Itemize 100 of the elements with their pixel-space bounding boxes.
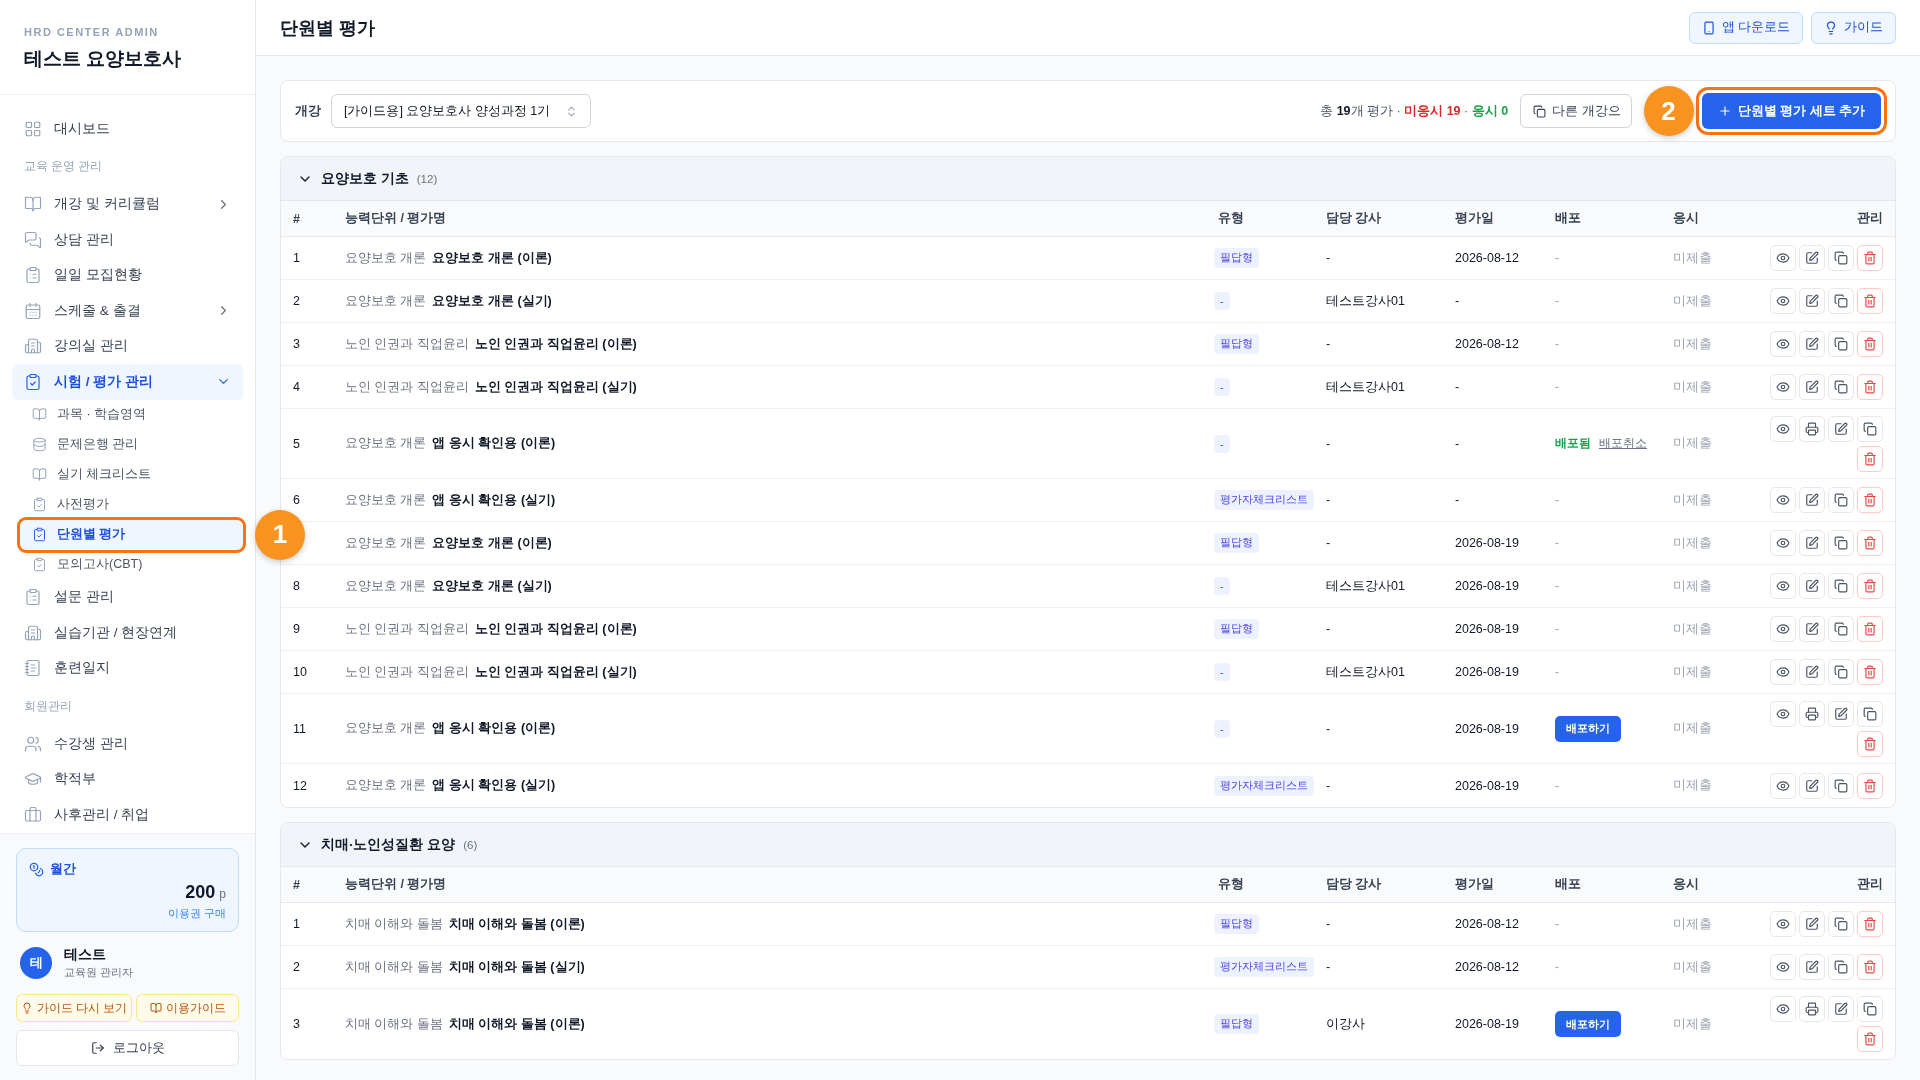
view-button[interactable] xyxy=(1770,374,1796,400)
print-button[interactable] xyxy=(1799,415,1825,442)
logout-button[interactable]: 로그아웃 xyxy=(16,1030,239,1066)
nav-item[interactable]: 훈련일지 xyxy=(12,650,243,686)
view-button[interactable] xyxy=(1770,772,1796,799)
trash-icon xyxy=(1863,917,1877,931)
edit-button[interactable] xyxy=(1799,772,1825,799)
delete-button[interactable] xyxy=(1857,954,1883,980)
view-button[interactable] xyxy=(1770,530,1796,556)
copy-icon xyxy=(1834,536,1848,550)
nav-item[interactable]: 실습기관 / 현장연계 xyxy=(12,615,243,651)
nav-item[interactable]: 강의실 관리 xyxy=(12,328,243,364)
nav-item[interactable]: 스케줄 & 출결 xyxy=(12,293,243,329)
view-button[interactable] xyxy=(1770,331,1796,357)
nav-item[interactable]: 학적부 xyxy=(12,761,243,797)
copy-button[interactable] xyxy=(1857,700,1883,727)
edit-button[interactable] xyxy=(1828,996,1854,1022)
column-header: 유형 xyxy=(1217,876,1245,893)
eye-icon xyxy=(1776,1002,1790,1016)
copy-button[interactable] xyxy=(1857,996,1883,1022)
view-button[interactable] xyxy=(1770,954,1796,980)
distribute-button[interactable]: 배포하기 xyxy=(1555,715,1621,742)
nav-item[interactable]: 수강생 관리 xyxy=(12,726,243,762)
step-badge: 1 xyxy=(255,509,305,560)
edit-button[interactable] xyxy=(1799,487,1825,513)
edit-button[interactable] xyxy=(1799,616,1825,642)
copy-button[interactable] xyxy=(1828,616,1854,642)
trash-icon xyxy=(1863,665,1877,679)
distribute-button[interactable]: 배포하기 xyxy=(1555,1011,1621,1037)
copy-button[interactable] xyxy=(1828,659,1854,685)
view-button[interactable] xyxy=(1770,288,1796,314)
copy-button[interactable] xyxy=(1828,331,1854,357)
nav-subitem[interactable]: 실기 체크리스트 xyxy=(20,459,243,490)
view-button[interactable] xyxy=(1770,996,1796,1022)
teacher-cell-text: - xyxy=(1325,493,1332,507)
copy-button[interactable] xyxy=(1828,288,1854,314)
delete-button[interactable] xyxy=(1857,1026,1883,1052)
app-download-button[interactable]: 앱 다운로드 xyxy=(1688,11,1803,44)
edit-button[interactable] xyxy=(1799,954,1825,980)
edit-button[interactable] xyxy=(1799,331,1825,357)
delete-button[interactable] xyxy=(1857,772,1883,799)
delete-button[interactable] xyxy=(1857,245,1883,271)
guide-button[interactable]: 가이드 다시 보기 xyxy=(16,994,133,1022)
edit-button[interactable] xyxy=(1799,288,1825,314)
copy-button[interactable] xyxy=(1857,415,1883,442)
copy-button[interactable] xyxy=(1828,374,1854,400)
edit-button[interactable] xyxy=(1799,530,1825,556)
edit-button[interactable] xyxy=(1828,700,1854,727)
nav-item[interactable]: 설문 관리 xyxy=(12,579,243,615)
print-button[interactable] xyxy=(1799,996,1825,1022)
view-button[interactable] xyxy=(1770,415,1796,442)
copy-button[interactable] xyxy=(1828,245,1854,271)
nav-item[interactable]: 대시보드 xyxy=(12,111,243,147)
delete-button[interactable] xyxy=(1857,487,1883,513)
copy-button[interactable] xyxy=(1828,487,1854,513)
delete-button[interactable] xyxy=(1857,445,1883,472)
edit-button[interactable] xyxy=(1828,415,1854,442)
cancel-distribution-link[interactable]: 배포취소 xyxy=(1599,436,1647,451)
view-button[interactable] xyxy=(1770,700,1796,727)
copy-button[interactable] xyxy=(1828,772,1854,799)
edit-button[interactable] xyxy=(1799,245,1825,271)
delete-button[interactable] xyxy=(1857,616,1883,642)
delete-button[interactable] xyxy=(1857,288,1883,314)
nav-item[interactable]: 개강 및 커리큘럼 xyxy=(12,186,243,222)
course-select[interactable]: [가이드용] 요양보호사 양성과정 1기 xyxy=(331,94,591,128)
nav-item[interactable]: 시험 / 평가 관리 xyxy=(12,364,243,400)
edit-button[interactable] xyxy=(1799,573,1825,599)
guide-button[interactable]: 가이드 xyxy=(1811,11,1896,44)
edit-button[interactable] xyxy=(1799,374,1825,400)
nav-item[interactable]: 상담 관리 xyxy=(12,222,243,258)
view-button[interactable] xyxy=(1770,659,1796,685)
delete-button[interactable] xyxy=(1857,730,1883,757)
column-header: 평가일 xyxy=(1454,210,1495,227)
delete-button[interactable] xyxy=(1857,530,1883,556)
edit-button[interactable] xyxy=(1799,911,1825,937)
copy-button[interactable] xyxy=(1828,573,1854,599)
guide-button[interactable]: 이용가이드 xyxy=(136,994,239,1022)
edit-button[interactable] xyxy=(1799,659,1825,685)
nav-item[interactable]: 사후관리 / 취업 xyxy=(12,797,243,833)
copy-button[interactable] xyxy=(1828,911,1854,937)
delete-button[interactable] xyxy=(1857,374,1883,400)
copy-button[interactable] xyxy=(1828,530,1854,556)
nav-subitem[interactable]: 문제은행 관리 xyxy=(20,429,243,460)
delete-button[interactable] xyxy=(1857,659,1883,685)
delete-button[interactable] xyxy=(1857,331,1883,357)
view-button[interactable] xyxy=(1770,573,1796,599)
view-button[interactable] xyxy=(1770,911,1796,937)
view-button[interactable] xyxy=(1770,245,1796,271)
nav-subitem[interactable]: 과목 · 학습영역 xyxy=(20,399,243,430)
view-button[interactable] xyxy=(1770,616,1796,642)
nav-item[interactable]: 일일 모집현황 xyxy=(12,257,243,293)
print-button[interactable] xyxy=(1799,700,1825,727)
purchase-link[interactable]: 이용권 구매 xyxy=(168,907,226,921)
copy-button[interactable] xyxy=(1828,954,1854,980)
copy-course-button[interactable]: 다른 개강으 xyxy=(1520,94,1632,128)
unit-name: 요양보호 개론 xyxy=(345,491,427,509)
delete-button[interactable] xyxy=(1857,573,1883,599)
view-button[interactable] xyxy=(1770,487,1796,513)
edit-icon xyxy=(1805,960,1819,974)
delete-button[interactable] xyxy=(1857,911,1883,937)
